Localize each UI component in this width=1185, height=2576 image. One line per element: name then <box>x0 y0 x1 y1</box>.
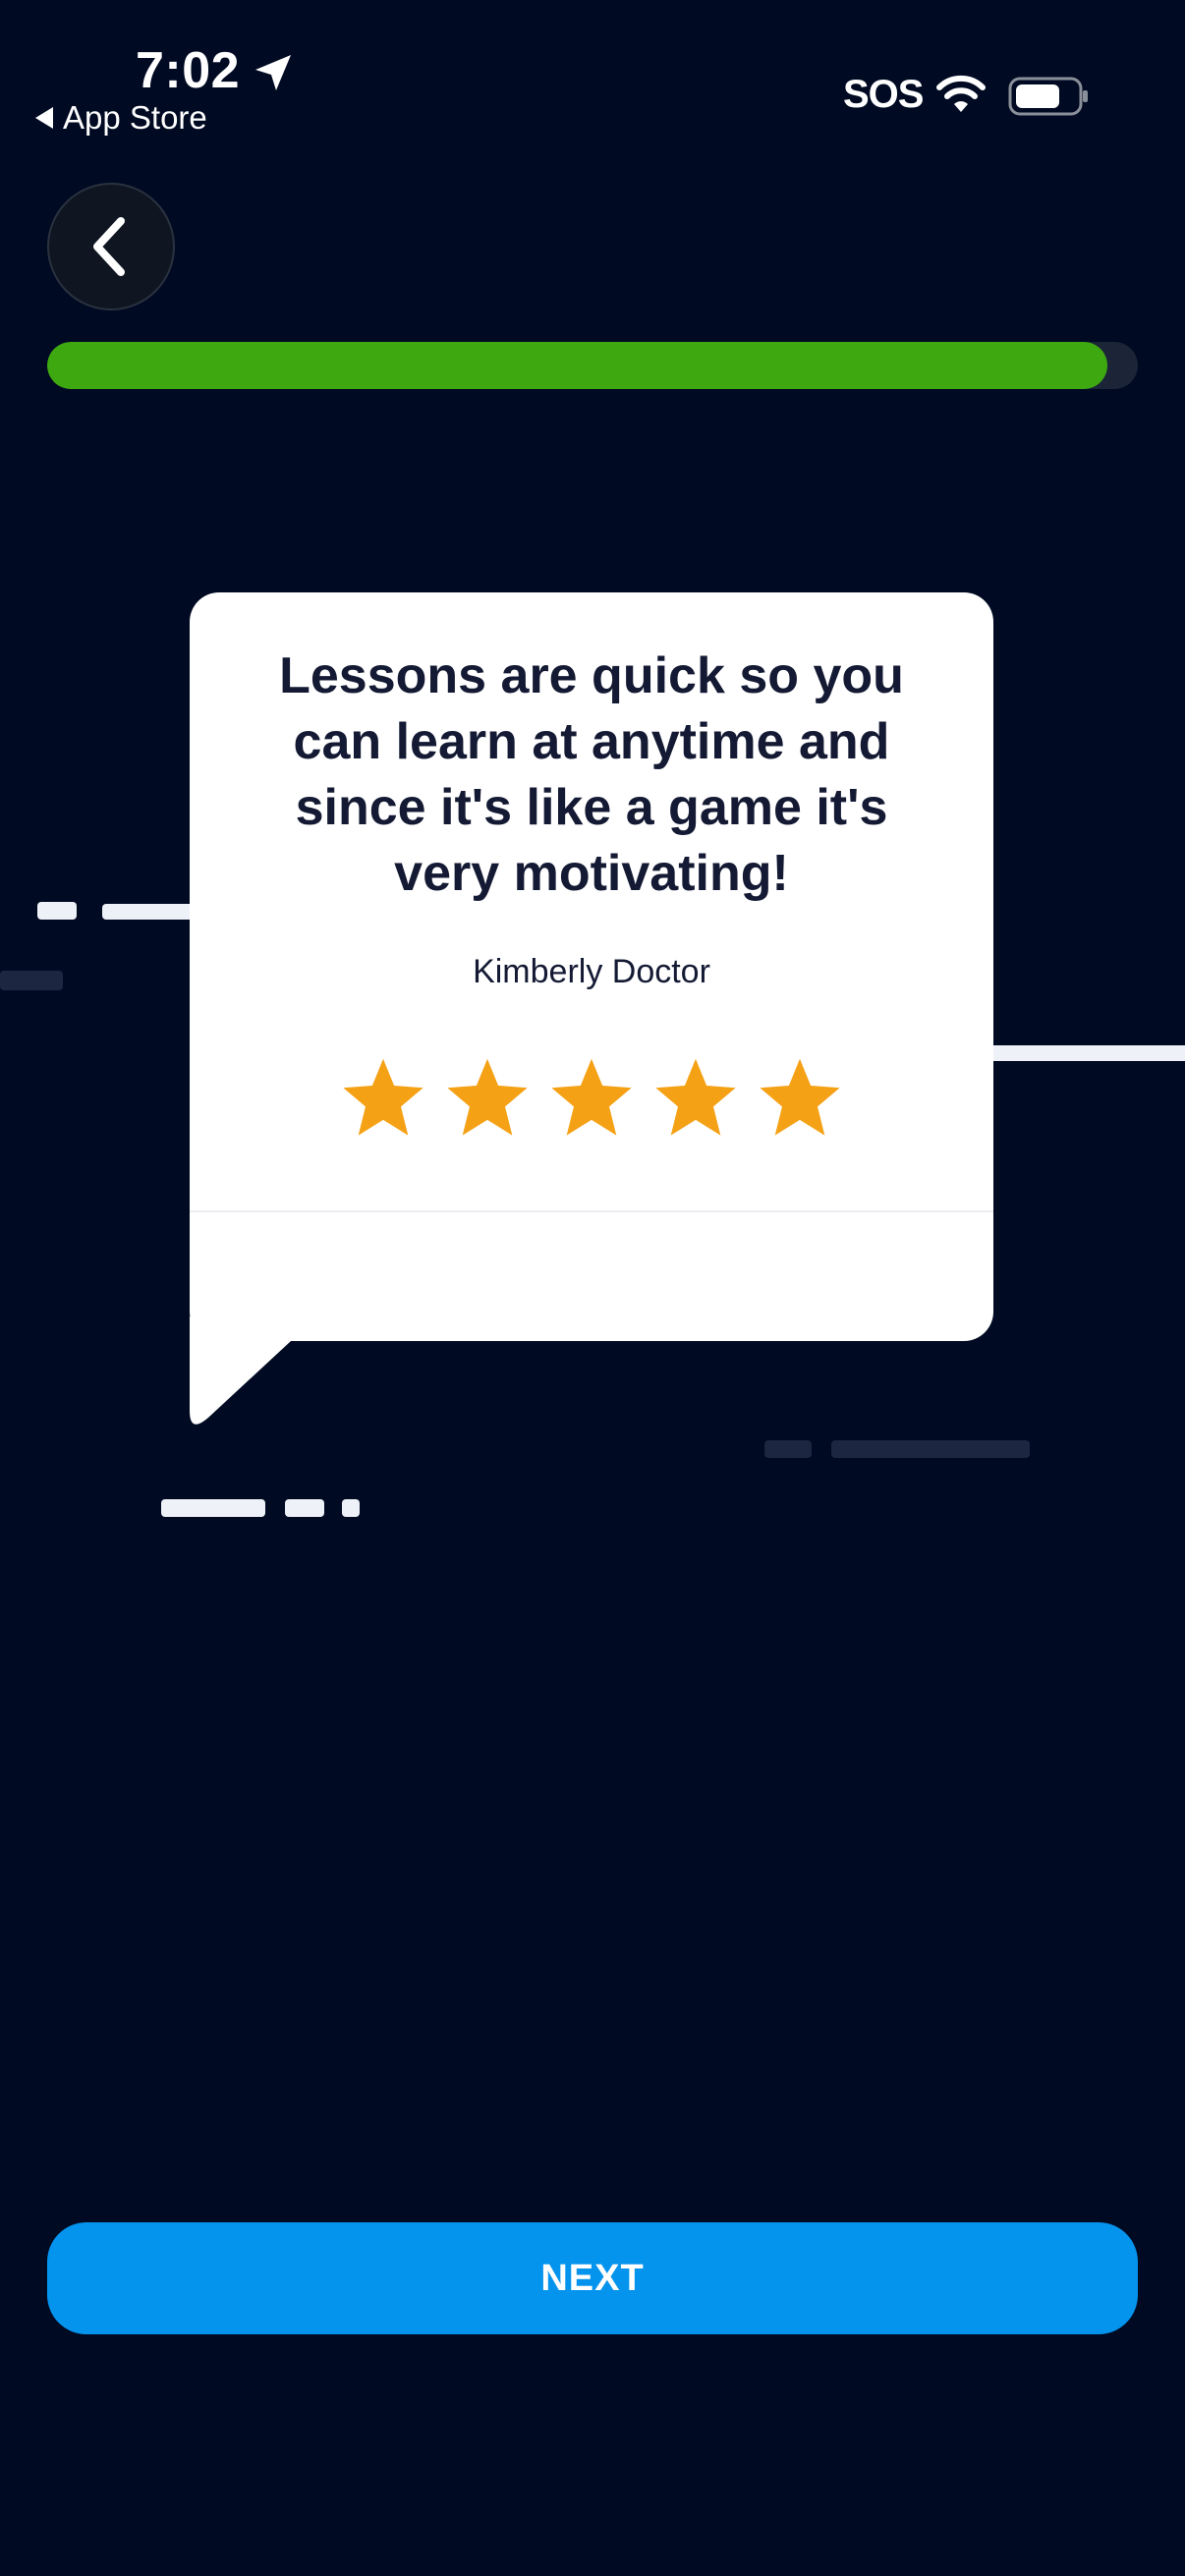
back-button[interactable] <box>47 183 175 310</box>
status-time: 7:02 <box>136 42 241 99</box>
star-rating <box>190 1053 993 1144</box>
decorative-dash <box>342 1499 360 1517</box>
wifi-icon <box>936 75 986 112</box>
review-bubble-tail <box>190 1316 317 1425</box>
review-author: Kimberly Doctor <box>473 953 710 990</box>
star-icon <box>655 1058 736 1136</box>
star-icon <box>551 1058 632 1136</box>
back-to-app-store-label: App Store <box>63 99 207 136</box>
next-button[interactable]: NEXT <box>47 2222 1138 2334</box>
progress-bar <box>47 342 1138 389</box>
decorative-dash <box>0 971 63 990</box>
decorative-dash <box>102 904 200 920</box>
location-arrow-icon <box>255 55 291 90</box>
bubble-divider <box>190 1210 993 1212</box>
decorative-dash <box>37 902 77 920</box>
next-button-label: NEXT <box>540 2257 645 2299</box>
decorative-dash <box>988 1045 1185 1061</box>
chevron-left-icon <box>93 217 125 276</box>
battery-icon <box>1008 77 1088 116</box>
decorative-dash <box>161 1499 265 1517</box>
decorative-dash <box>831 1440 1030 1458</box>
sos-indicator: SOS <box>843 73 924 116</box>
decorative-dash <box>764 1440 812 1458</box>
review-quote: Lessons are quick so you can learn at an… <box>279 647 904 902</box>
progress-bar-fill <box>47 342 1107 389</box>
decorative-dash <box>285 1499 324 1517</box>
back-triangle-icon <box>35 107 53 129</box>
star-icon <box>343 1058 423 1136</box>
star-icon <box>760 1058 840 1136</box>
back-to-app-store-link[interactable]: App Store <box>35 98 207 138</box>
star-icon <box>447 1058 528 1136</box>
